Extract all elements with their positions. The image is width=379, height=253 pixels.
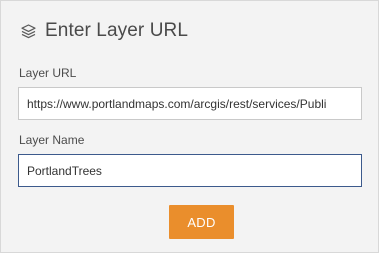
layer-name-input[interactable] <box>18 154 362 187</box>
enter-layer-url-panel: Enter Layer URL Layer URL Layer Name ADD <box>0 0 379 253</box>
layer-url-label: Layer URL <box>19 66 77 80</box>
layers-icon <box>20 23 37 40</box>
panel-title: Enter Layer URL <box>45 20 189 41</box>
layer-name-label: Layer Name <box>19 133 85 147</box>
layer-url-input[interactable] <box>18 87 362 120</box>
panel-header: Enter Layer URL <box>20 18 188 44</box>
add-button[interactable]: ADD <box>169 205 234 239</box>
